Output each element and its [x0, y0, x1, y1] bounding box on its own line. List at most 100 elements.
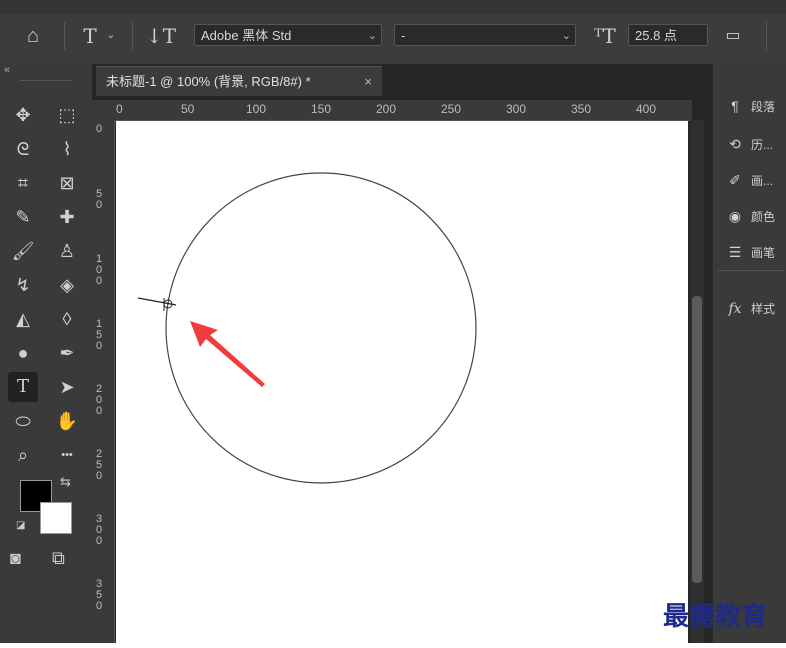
ruler-label: 3 0 0	[96, 513, 103, 547]
watermark: 最需教育	[663, 602, 768, 632]
ruler-label: 1 0 0	[96, 253, 103, 287]
ruler-label: 3 5 0	[96, 578, 103, 612]
tools-panel: « ✥ ⬚ ᘓ ⌇ ⌗ ⊠ ✎ ✚ 🖌 ♙ ↯ ◈ ◭ ◊ ● ✒ T ➤ ⬭ ✋ ⌕ ••• ⇆ ◪ ◙ ⧉	[0, 64, 93, 643]
hand-tool-icon[interactable]: ✋	[52, 406, 82, 436]
chevron-down-icon: ⌄	[561, 30, 571, 42]
ruler-label: 100	[246, 102, 267, 116]
panel-item-label: 段落	[751, 100, 776, 114]
panel-item-label: 历...	[751, 138, 774, 152]
ellipse-path	[165, 172, 477, 484]
panel-item-styles[interactable]: fx 样式	[723, 296, 775, 320]
ruler-label: 2 5 0	[96, 448, 103, 482]
panel-item-brush-settings[interactable]: ✐ 画...	[723, 168, 773, 192]
default-colors-icon[interactable]: ◪	[16, 520, 25, 531]
swap-colors-icon[interactable]: ⇆	[60, 474, 71, 490]
divider	[64, 22, 65, 50]
brush-settings-icon: ✐	[729, 172, 741, 188]
grip	[20, 80, 72, 83]
close-icon[interactable]: ×	[364, 67, 372, 97]
panel-item-label: 颜色	[751, 210, 776, 224]
panel-toggle-icon[interactable]: ▭	[718, 22, 748, 50]
ellipse-tool-icon[interactable]: ⬭	[8, 406, 38, 436]
ruler-label: 350	[571, 102, 592, 116]
history-icon: ⟲	[729, 136, 741, 152]
dodge-tool-icon[interactable]: ●	[8, 338, 38, 368]
divider	[766, 22, 767, 50]
color-icon: ◉	[728, 208, 742, 224]
brush-presets-icon: ☰	[728, 244, 742, 260]
font-size-icon: ᵀT	[594, 24, 616, 48]
vertical-scrollbar[interactable]	[690, 120, 704, 643]
stamp-tool-icon[interactable]: ♙	[52, 236, 82, 266]
ruler-label: 2 0 0	[96, 383, 103, 417]
title-strip	[0, 0, 786, 14]
font-family-select[interactable]: Adobe 黑体 Std ⌄	[194, 24, 382, 46]
options-bar: ⌂ T ⌄ ↓T Adobe 黑体 Std ⌄ - ⌄ ᵀT 25.8 点 ▭	[0, 0, 786, 65]
chevron-down-icon: ⌄	[367, 30, 377, 42]
screen-mode-icon[interactable]: ⧉	[52, 548, 65, 569]
divider	[717, 270, 783, 271]
eyedropper-tool-icon[interactable]: ✎	[8, 202, 38, 232]
chevron-down-icon[interactable]: ⌄	[104, 22, 118, 50]
document-tab-title: 未标题-1 @ 100% (背景, RGB/8#) *	[106, 74, 311, 89]
zoom-tool-icon[interactable]: ⌕	[8, 440, 38, 470]
scrollbar-thumb[interactable]	[692, 296, 702, 583]
quick-selection-tool-icon[interactable]: ⌇	[52, 134, 82, 164]
paragraph-icon: ¶	[731, 98, 739, 114]
ruler-label: 250	[441, 102, 462, 116]
red-arrow-icon	[190, 321, 265, 387]
ruler-label: 50	[181, 102, 195, 116]
pen-tool-icon[interactable]: ✒	[52, 338, 82, 368]
history-brush-tool-icon[interactable]: ↯	[8, 270, 38, 300]
document-area: 未标题-1 @ 100% (背景, RGB/8#) * × 0 50 100 150 2…	[92, 64, 712, 643]
styles-icon: fx	[728, 301, 742, 317]
type-tool-icon[interactable]: T	[76, 22, 104, 50]
background-color-swatch[interactable]	[40, 502, 72, 534]
panel-item-color[interactable]: ◉ 颜色	[723, 204, 775, 228]
ruler-label: 0	[116, 102, 123, 116]
panel-item-paragraph[interactable]: ¶ 段落	[723, 94, 775, 118]
marquee-tool-icon[interactable]: ⬚	[52, 100, 82, 130]
ruler-label: 1 5 0	[96, 318, 103, 352]
text-orientation-icon[interactable]: ↓T	[146, 22, 176, 50]
font-size-value: 25.8 点	[635, 28, 677, 43]
divider	[132, 22, 133, 50]
move-tool-icon[interactable]: ✥	[8, 100, 38, 130]
type-tool-icon[interactable]: T	[8, 372, 38, 402]
more-tools-icon[interactable]: •••	[52, 440, 82, 470]
horizontal-ruler: 0 50 100 150 200 250 300 350 400	[92, 100, 692, 121]
font-size-input[interactable]: 25.8 点	[628, 24, 708, 46]
vertical-ruler: 0 5 0 1 0 0 1 5 0 2 0 0 2 5 0 3 0 0 3 5 0	[92, 120, 115, 643]
ruler-label: 200	[376, 102, 397, 116]
paint-bucket-tool-icon[interactable]: ◭	[8, 304, 38, 334]
ruler-label: 400	[636, 102, 657, 116]
eraser-tool-icon[interactable]: ◈	[52, 270, 82, 300]
lasso-tool-icon[interactable]: ᘓ	[8, 134, 38, 164]
quick-mask-icon[interactable]: ◙	[10, 548, 21, 569]
path-selection-tool-icon[interactable]: ➤	[52, 372, 82, 402]
type-on-path-cursor	[137, 297, 177, 311]
font-style-value: -	[401, 28, 406, 43]
document-tab[interactable]: 未标题-1 @ 100% (背景, RGB/8#) * ×	[96, 66, 382, 96]
frame-tool-icon[interactable]: ⊠	[52, 168, 82, 198]
home-icon[interactable]: ⌂	[18, 22, 48, 50]
font-family-value: Adobe 黑体 Std	[201, 28, 292, 43]
panel-item-history[interactable]: ⟲ 历...	[723, 132, 773, 156]
font-style-select[interactable]: - ⌄	[394, 24, 576, 46]
healing-tool-icon[interactable]: ✚	[52, 202, 82, 232]
brush-tool-icon[interactable]: 🖌	[8, 236, 38, 266]
ruler-label: 150	[311, 102, 332, 116]
blur-tool-icon[interactable]: ◊	[52, 304, 82, 334]
ruler-label: 300	[506, 102, 527, 116]
crop-tool-icon[interactable]: ⌗	[8, 168, 38, 198]
right-panel-dock: ¶ 段落 ⟲ 历... ✐ 画... ◉ 颜色 ☰ 画笔 fx 样式	[712, 64, 786, 643]
panel-item-label: 画...	[751, 174, 774, 188]
ruler-label: 0	[96, 123, 103, 135]
panel-item-label: 样式	[751, 302, 776, 316]
collapse-icon[interactable]: «	[4, 64, 10, 76]
panel-item-label: 画笔	[751, 246, 776, 260]
ruler-label: 5 0	[96, 188, 103, 211]
canvas[interactable]	[116, 121, 688, 643]
panel-item-brush-presets[interactable]: ☰ 画笔	[723, 240, 775, 264]
canvas-drawing	[137, 172, 477, 484]
